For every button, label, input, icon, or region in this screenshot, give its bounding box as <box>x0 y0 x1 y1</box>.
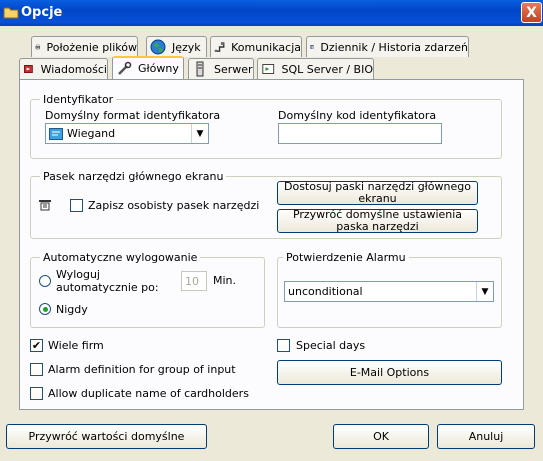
special-days-label: Special days <box>296 339 366 352</box>
tab-main[interactable]: Główny <box>112 56 184 79</box>
auto-logout-label: Wyloguj automatycznie po: <box>56 268 159 294</box>
minutes-unit: Min. <box>213 274 237 287</box>
toolbar-legend: Pasek narzędzi głównego ekranu <box>40 170 227 183</box>
chevron-down-icon[interactable]: ▼ <box>476 282 493 301</box>
tab-label: Język <box>172 40 201 54</box>
network-icon <box>214 42 225 52</box>
message-icon <box>24 65 33 73</box>
format-label: Domyślny format identyfikatora <box>45 109 221 122</box>
cancel-button[interactable]: Anuluj <box>437 424 535 449</box>
restore-toolbar-button[interactable]: Przywróć domyślne ustawienia paska narzę… <box>277 209 478 233</box>
duplicate-names-checkbox[interactable] <box>30 387 43 400</box>
code-label: Domyślny kod identyfikatora <box>278 109 437 122</box>
tab-messages[interactable]: Wiadomości <box>19 58 108 79</box>
ok-button[interactable]: OK <box>333 424 429 449</box>
tab-sql-server[interactable]: SQL Server / BIO <box>257 58 374 79</box>
format-select[interactable]: Wiegand ▼ <box>45 123 209 144</box>
printer-icon <box>35 44 41 50</box>
sql-icon <box>262 64 275 74</box>
server-icon <box>196 61 204 77</box>
save-toolbar-label: Zapisz osobisty pasek narzędzi <box>88 199 260 212</box>
special-days-checkbox[interactable] <box>277 339 290 352</box>
tab-label: Położenie plików <box>46 40 137 54</box>
alarm-select[interactable]: unconditional ▼ <box>284 281 494 302</box>
chevron-down-icon[interactable]: ▼ <box>191 124 208 143</box>
close-icon: X <box>526 4 537 21</box>
never-logout-radio[interactable] <box>39 303 51 315</box>
save-toolbar-checkbox[interactable] <box>70 199 83 212</box>
alarm-value: unconditional <box>288 285 363 298</box>
multi-firm-label: Wiele firm <box>48 339 104 352</box>
alarm-group-checkbox[interactable] <box>30 363 43 376</box>
tab-label: Komunikacja <box>231 40 301 54</box>
close-button[interactable]: X <box>521 2 542 23</box>
logout-legend: Automatyczne wylogowanie <box>40 251 201 264</box>
tab-file-locations[interactable]: Położenie plików <box>31 36 138 57</box>
tab-language[interactable]: Język <box>146 36 207 57</box>
tab-label: Serwer <box>214 62 253 76</box>
tab-label: Główny <box>138 62 179 75</box>
alarm-legend: Potwierdzenie Alarmu <box>283 251 409 264</box>
auto-logout-radio[interactable] <box>39 275 51 287</box>
tab-label: SQL Server / BIO <box>281 62 374 76</box>
tab-server[interactable]: Serwer <box>188 58 254 79</box>
customize-toolbar-button[interactable]: Dostosuj paski narzędzi głównego ekranu <box>277 181 478 205</box>
card-icon <box>49 127 63 140</box>
tab-communication[interactable]: Komunikacja <box>210 36 302 57</box>
journal-icon <box>310 45 314 49</box>
multi-firm-checkbox[interactable]: ✔ <box>30 339 43 352</box>
email-options-button[interactable]: E-Mail Options <box>277 360 502 385</box>
format-value: Wiegand <box>67 127 116 140</box>
tools-icon <box>118 61 132 75</box>
restore-defaults-button[interactable]: Przywróć wartości domyślne <box>6 424 207 449</box>
alarm-group-label: Alarm definition for group of input <box>48 363 236 376</box>
tab-label: Dziennik / Historia zdarzeń <box>320 40 468 54</box>
minutes-input[interactable]: 10 <box>181 271 207 291</box>
code-input[interactable] <box>278 123 442 144</box>
globe-icon <box>150 39 166 55</box>
tab-log-history[interactable]: Dziennik / Historia zdarzeń <box>306 36 469 57</box>
folder-icon <box>3 7 19 19</box>
duplicate-names-label: Allow duplicate name of cardholders <box>48 387 249 400</box>
window-title: Opcje <box>21 5 63 20</box>
never-logout-label: Nigdy <box>56 303 88 316</box>
identifier-legend: Identyfikator <box>40 93 117 106</box>
toolbar-icon <box>39 200 51 211</box>
tab-label: Wiadomości <box>40 62 107 76</box>
title-bar: Opcje X <box>0 0 543 26</box>
